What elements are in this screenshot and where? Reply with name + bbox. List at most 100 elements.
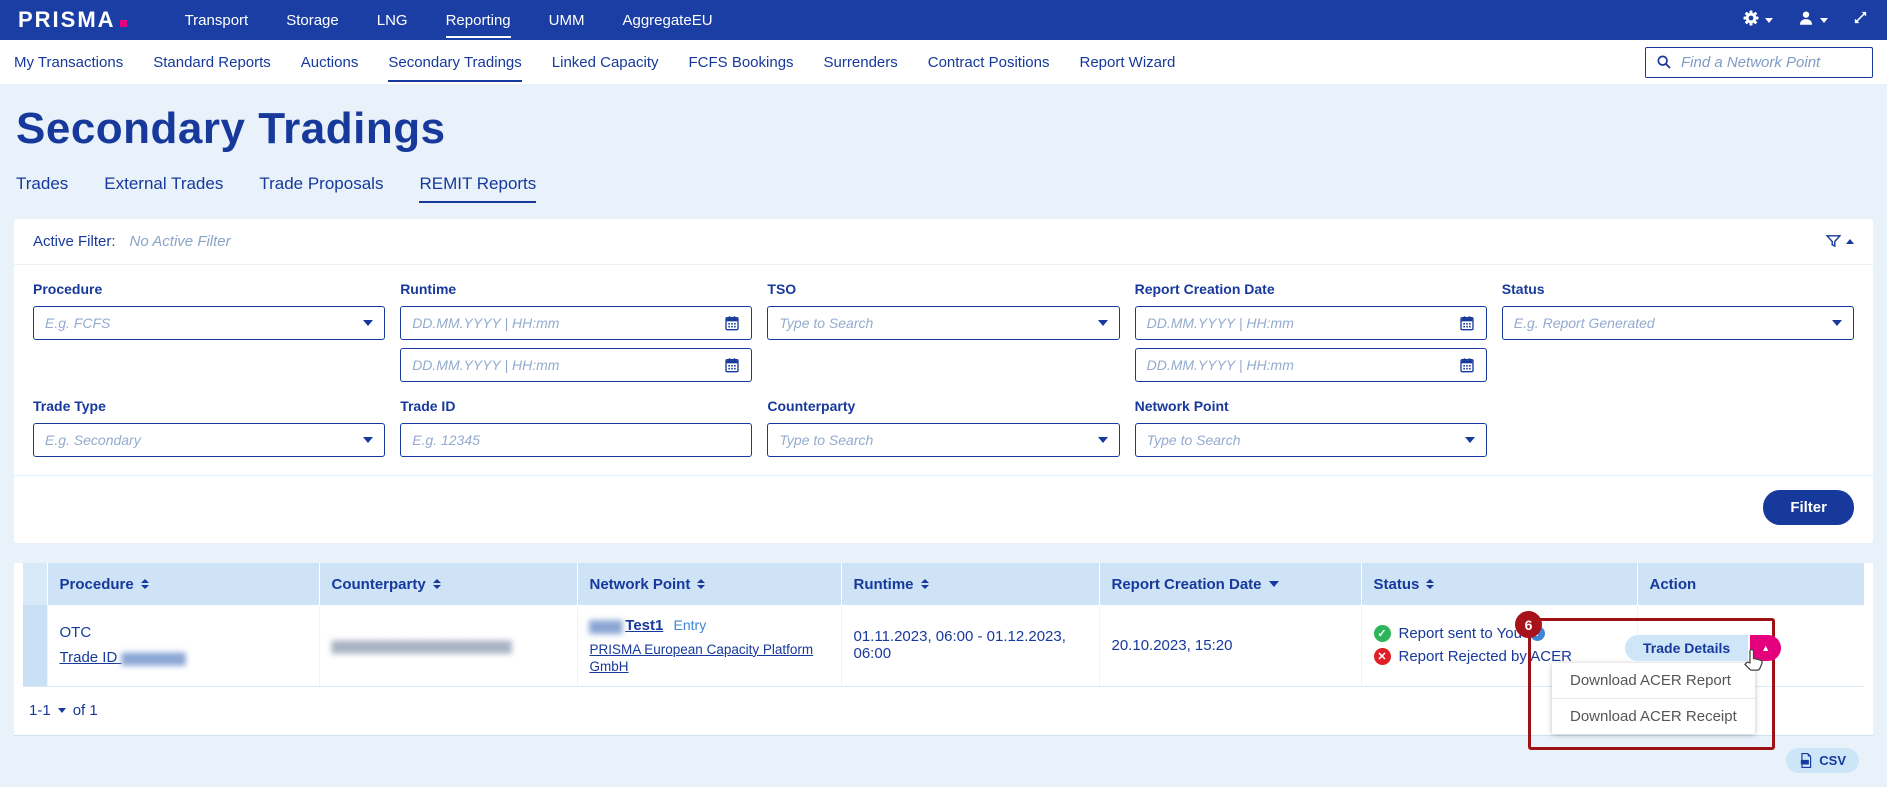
calendar-icon[interactable] [724, 315, 740, 331]
trade-id-text: Trade ID [60, 649, 118, 666]
subnav-item-report-wizard[interactable]: Report Wizard [1079, 42, 1175, 82]
csv-export-button[interactable]: CSV [1786, 748, 1859, 773]
filter-field-runtime: Runtime [400, 281, 752, 382]
network-point-select[interactable] [1135, 423, 1487, 457]
counterparty-input[interactable] [779, 432, 1089, 448]
pagination-total: of 1 [73, 702, 98, 719]
chevron-down-icon [1765, 18, 1773, 23]
action-dropdown-menu: Download ACER Report Download ACER Recei… [1552, 663, 1755, 734]
trade-id-input[interactable] [412, 432, 740, 448]
network-point-search [1645, 47, 1873, 78]
report-creation-date-label: Report Creation Date [1135, 281, 1487, 297]
topnav-item-lng[interactable]: LNG [377, 2, 408, 38]
active-filter-bar: Active Filter: No Active Filter [14, 219, 1873, 265]
tab-remit-reports[interactable]: REMIT Reports [419, 174, 536, 203]
procedure-input[interactable] [45, 315, 355, 331]
topnav-item-umm[interactable]: UMM [549, 2, 585, 38]
subnav-item-contract-positions[interactable]: Contract Positions [928, 42, 1050, 82]
report-creation-to-input[interactable] [1147, 357, 1451, 373]
active-filter-label: Active Filter: [33, 233, 116, 250]
calendar-icon[interactable] [1459, 315, 1475, 331]
prisma-logo[interactable]: PRISMA [18, 7, 127, 33]
tab-trade-proposals[interactable]: Trade Proposals [259, 174, 383, 203]
tab-trades[interactable]: Trades [16, 174, 68, 203]
filter-actions: Filter [14, 476, 1873, 543]
chevron-down-icon [1098, 437, 1108, 443]
subnav-item-fcfs-bookings[interactable]: FCFS Bookings [689, 42, 794, 82]
menu-item-download-acer-report[interactable]: Download ACER Report [1552, 663, 1755, 698]
status-label: Status [1502, 281, 1854, 297]
filter-field-procedure: Procedure [33, 281, 385, 382]
export-row: CSV [14, 736, 1873, 773]
subnav-item-my-transactions[interactable]: My Transactions [14, 42, 123, 82]
topnav-item-reporting[interactable]: Reporting [446, 2, 511, 38]
runtime-from-field[interactable] [400, 306, 752, 340]
sort-runtime[interactable]: Runtime [854, 576, 1087, 593]
sort-status[interactable]: Status [1374, 576, 1625, 593]
tso-input[interactable] [779, 315, 1089, 331]
menu-item-download-acer-receipt[interactable]: Download ACER Receipt [1552, 698, 1755, 734]
topnav-item-storage[interactable]: Storage [286, 2, 339, 38]
column-header-runtime: Runtime [841, 563, 1099, 605]
status-rejected-text: Report Rejected by ACER [1399, 648, 1572, 665]
collapse-view-button[interactable] [1852, 9, 1869, 31]
network-point-redacted-prefix: ▆▆▆ [590, 617, 622, 634]
calendar-icon[interactable] [1459, 357, 1475, 373]
sort-counterparty[interactable]: Counterparty [332, 576, 565, 593]
runtime-from-input[interactable] [412, 315, 716, 331]
report-creation-to-field[interactable] [1135, 348, 1487, 382]
trade-type-select[interactable] [33, 423, 385, 457]
trade-id-redacted: ▆▆▆▆▆▆ [121, 649, 184, 666]
tab-external-trades[interactable]: External Trades [104, 174, 223, 203]
subnav-item-standard-reports[interactable]: Standard Reports [153, 42, 271, 82]
action-dropdown-toggle[interactable]: ▲ [1750, 635, 1781, 661]
column-label: Runtime [854, 576, 914, 593]
table-header-row: Procedure Counterparty [23, 563, 1864, 605]
topnav-item-transport[interactable]: Transport [185, 2, 249, 38]
procedure-select[interactable] [33, 306, 385, 340]
column-label: Counterparty [332, 576, 426, 593]
topnav-right-icons [1742, 9, 1869, 32]
trade-type-input[interactable] [45, 432, 355, 448]
filter-submit-button[interactable]: Filter [1763, 490, 1854, 525]
status-sent-text: Report sent to You [1399, 625, 1522, 642]
tso-label: TSO [767, 281, 1119, 297]
runtime-to-input[interactable] [412, 357, 716, 373]
calendar-icon[interactable] [724, 357, 740, 373]
sort-procedure[interactable]: Procedure [60, 576, 307, 593]
settings-menu[interactable] [1742, 9, 1773, 32]
search-icon [1656, 54, 1672, 70]
trade-details-button[interactable]: Trade Details [1625, 635, 1748, 661]
column-label: Procedure [60, 576, 134, 593]
tso-select[interactable] [767, 306, 1119, 340]
user-menu[interactable] [1797, 9, 1828, 32]
subnav-item-surrenders[interactable]: Surrenders [824, 42, 898, 82]
topnav-item-aggregateeu[interactable]: AggregateEU [622, 2, 712, 38]
subnav-item-auctions[interactable]: Auctions [301, 42, 359, 82]
subnav-item-secondary-tradings[interactable]: Secondary Tradings [388, 42, 521, 82]
row-select-cell[interactable] [23, 605, 47, 686]
filter-field-network-point: Network Point [1135, 398, 1487, 457]
report-creation-from-input[interactable] [1147, 315, 1451, 331]
sort-report-creation-date[interactable]: Report Creation Date [1112, 576, 1349, 593]
sort-both-icon [141, 579, 149, 589]
error-cross-icon: ✕ [1374, 648, 1391, 665]
status-input[interactable] [1514, 315, 1824, 331]
search-input[interactable] [1681, 54, 1862, 71]
subnav-item-linked-capacity[interactable]: Linked Capacity [552, 42, 659, 82]
network-point-link[interactable]: Test1 [625, 617, 663, 634]
runtime-to-field[interactable] [400, 348, 752, 382]
counterparty-select[interactable] [767, 423, 1119, 457]
pagination-range: 1-1 [29, 702, 51, 719]
trade-id-field[interactable] [400, 423, 752, 457]
operator-link[interactable]: PRISMA European Capacity Platform GmbH [590, 642, 814, 674]
status-select[interactable] [1502, 306, 1854, 340]
column-header-action: Action [1637, 563, 1864, 605]
trade-id-link[interactable]: Trade ID ▆▆▆▆▆▆ [60, 649, 185, 666]
network-point-input[interactable] [1147, 432, 1457, 448]
filter-collapse-toggle[interactable] [1825, 233, 1854, 250]
report-creation-from-field[interactable] [1135, 306, 1487, 340]
filter-field-trade-type: Trade Type [33, 398, 385, 457]
page-size-caret-icon[interactable] [58, 708, 66, 713]
sort-network-point[interactable]: Network Point [590, 576, 829, 593]
